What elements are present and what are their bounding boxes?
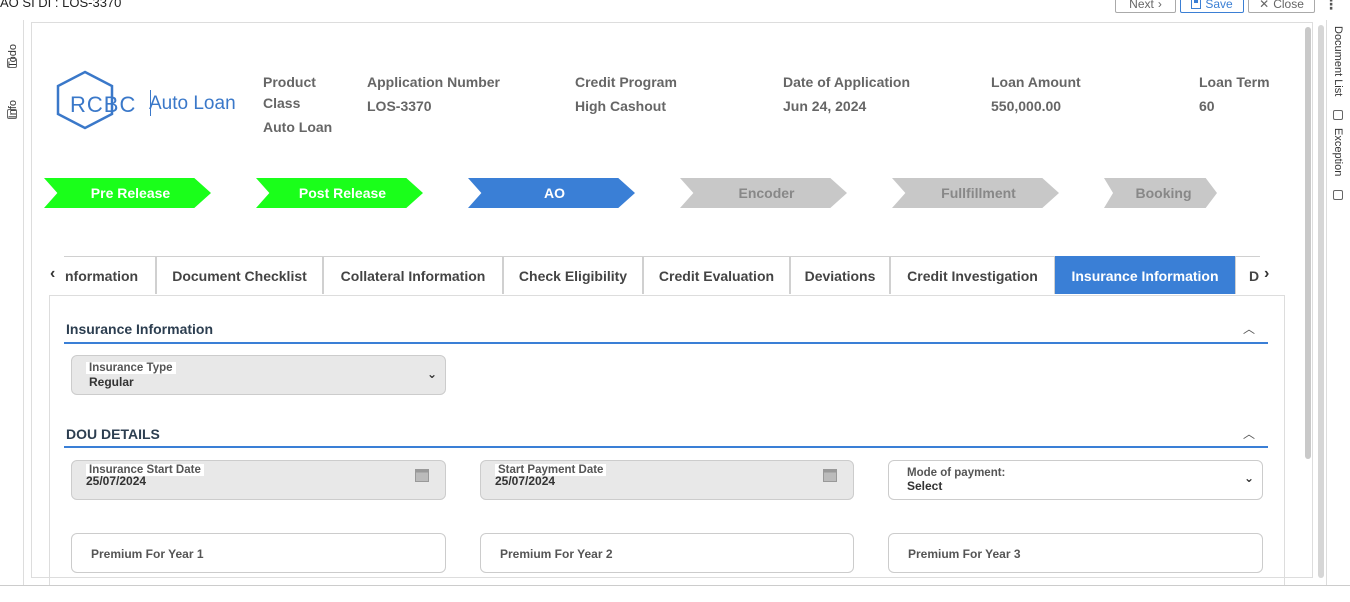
dou-section-divider [64, 446, 1268, 448]
step-label: Booking [1135, 185, 1192, 201]
collapse-insurance-icon[interactable]: ︿ [1243, 320, 1255, 337]
logo-brand: RCBC [70, 92, 137, 117]
loan-term-label: Loan Term [1199, 74, 1270, 90]
mode-of-payment-value: Select [907, 479, 943, 493]
inner-scrollbar[interactable] [1305, 27, 1311, 459]
chevron-down-icon: ⌄ [1243, 471, 1254, 485]
step-label: Encoder [738, 185, 795, 201]
start-payment-date-field[interactable]: Start Payment Date 25/07/2024 [480, 460, 854, 500]
insurance-section-divider [64, 342, 1268, 344]
top-bar: AO SI DI : LOS-3370 Next › Save ✕ Close … [0, 0, 1350, 14]
application-number-value: LOS-3370 [367, 98, 432, 114]
header-application-number: Application Number LOS-3370 [367, 72, 500, 117]
loan-amount-label: Loan Amount [991, 74, 1081, 90]
tab-d[interactable]: D [1235, 256, 1260, 294]
info-icon[interactable] [7, 109, 17, 119]
next-button[interactable]: Next › [1115, 0, 1176, 13]
step-label: Pre Release [90, 185, 171, 201]
dou-section-title: DOU DETAILS [66, 426, 160, 442]
rcbc-logo: RCBC Auto Loan [54, 70, 236, 130]
outer-scrollbar[interactable] [1318, 25, 1324, 578]
credit-program-label: Credit Program [575, 74, 677, 90]
start-payment-date-value: 25/07/2024 [495, 474, 556, 488]
left-rail: Todo Info [0, 20, 24, 585]
window-title: AO SI DI : LOS-3370 [0, 0, 122, 10]
tab-check-eligibility[interactable]: Check Eligibility [503, 256, 643, 294]
date-value: Jun 24, 2024 [783, 98, 867, 114]
tab-collateral-information[interactable]: Collateral Information [323, 256, 503, 294]
header-product-class: Product Class Auto Loan [263, 72, 343, 138]
logo-product: Auto Loan [149, 93, 236, 114]
calendar-icon[interactable] [415, 468, 429, 482]
right-rail: Document List Exception [1326, 20, 1350, 585]
tab-scroll-left-icon[interactable]: ‹ [50, 265, 55, 283]
tab-information[interactable]: nformation [64, 256, 156, 294]
chevron-right-icon: › [1157, 0, 1162, 11]
premium-year-2-placeholder: Premium For Year 2 [500, 547, 613, 561]
tab-credit-evaluation[interactable]: Credit Evaluation [643, 256, 790, 294]
insurance-start-date-value: 25/07/2024 [86, 474, 147, 488]
mode-of-payment-select[interactable]: Mode of payment: Select ⌄ [888, 460, 1263, 500]
step-encoder[interactable]: Encoder [680, 178, 847, 208]
bottom-divider [0, 585, 1350, 586]
header-loan-term: Loan Term 60 [1199, 72, 1270, 117]
todo-icon[interactable] [7, 58, 17, 68]
insurance-section-title: Insurance Information [66, 321, 214, 337]
exception-icon[interactable] [1333, 190, 1343, 200]
loan-term-value: 60 [1199, 98, 1215, 114]
premium-year-3-input[interactable]: Premium For Year 3 [888, 533, 1263, 573]
insurance-type-select[interactable]: Insurance Type Regular ⌄ [71, 355, 446, 395]
save-label: Save [1205, 0, 1233, 11]
premium-year-1-placeholder: Premium For Year 1 [91, 547, 204, 561]
close-label: Close [1273, 0, 1304, 11]
tab-scroll-right-icon[interactable]: › [1264, 265, 1269, 283]
tab-deviations[interactable]: Deviations [790, 256, 890, 294]
premium-year-2-input[interactable]: Premium For Year 2 [480, 533, 854, 573]
product-class-value: Auto Loan [263, 119, 333, 135]
collapse-dou-icon[interactable]: ︿ [1243, 425, 1255, 442]
more-options-icon[interactable]: ⋮ [1324, 0, 1338, 13]
insurance-type-value: Regular [89, 375, 134, 389]
save-button[interactable]: Save [1180, 0, 1244, 13]
header-credit-program: Credit Program High Cashout [575, 72, 677, 117]
next-label: Next [1129, 0, 1154, 11]
step-label: AO [544, 185, 565, 201]
date-label: Date of Application [783, 74, 911, 90]
step-booking[interactable]: Booking [1104, 178, 1217, 208]
step-post-release[interactable]: Post Release [256, 178, 423, 208]
tab-bar: ‹ nformation Document Checklist Collater… [48, 255, 1288, 295]
mode-of-payment-label: Mode of payment: [904, 467, 1009, 479]
close-icon: ✕ [1259, 0, 1270, 11]
insurance-start-date-field[interactable]: Insurance Start Date 25/07/2024 [71, 460, 446, 500]
tab-insurance-information[interactable]: Insurance Information [1055, 256, 1235, 294]
calendar-icon[interactable] [823, 468, 837, 482]
header-loan-amount: Loan Amount 550,000.00 [991, 72, 1081, 117]
close-button[interactable]: ✕ Close [1248, 0, 1315, 13]
tab-credit-investigation[interactable]: Credit Investigation [890, 256, 1055, 294]
insurance-type-label: Insurance Type [86, 362, 176, 374]
step-pre-release[interactable]: Pre Release [44, 178, 211, 208]
tab-document-checklist[interactable]: Document Checklist [156, 256, 323, 294]
exception-tab[interactable]: Exception [1332, 128, 1344, 176]
document-list-tab[interactable]: Document List [1332, 26, 1344, 96]
application-number-label: Application Number [367, 74, 501, 90]
chevron-down-icon: ⌄ [426, 367, 437, 381]
document-list-icon[interactable] [1333, 110, 1343, 120]
product-class-label: Product Class [263, 74, 316, 111]
premium-year-1-input[interactable]: Premium For Year 1 [71, 533, 446, 573]
step-fullfillment[interactable]: Fullfillment [892, 178, 1059, 208]
loan-amount-value: 550,000.00 [991, 98, 1062, 114]
premium-year-3-placeholder: Premium For Year 3 [908, 547, 1021, 561]
header-date-of-application: Date of Application Jun 24, 2024 [783, 72, 910, 117]
step-label: Post Release [298, 185, 387, 201]
step-ao[interactable]: AO [468, 178, 635, 208]
save-icon [1191, 0, 1202, 9]
step-label: Fullfillment [941, 185, 1016, 201]
credit-program-value: High Cashout [575, 98, 666, 114]
